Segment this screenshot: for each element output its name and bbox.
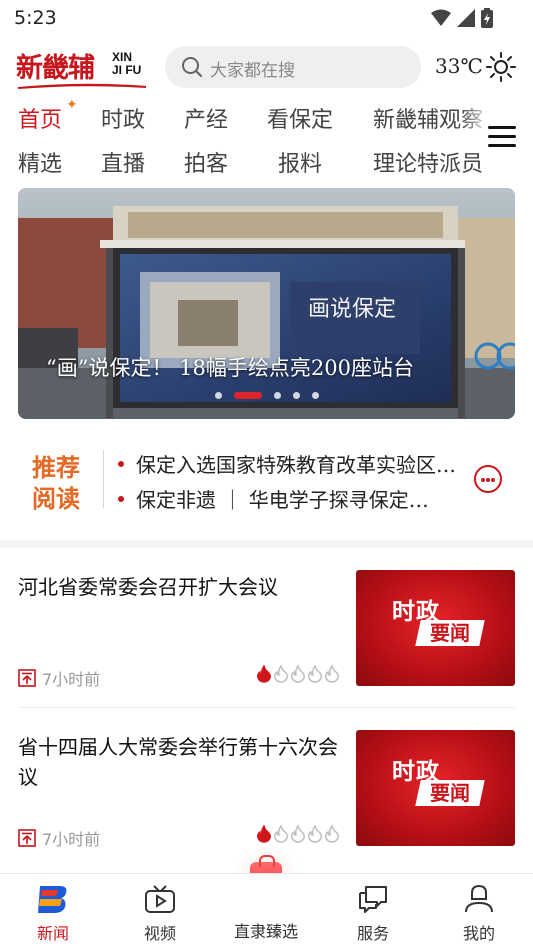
divider: [103, 450, 104, 508]
flame-outline-icon: [308, 825, 322, 843]
temperature[interactable]: 33℃: [435, 54, 483, 78]
app-logo[interactable]: 新畿辅 XIN JI FU: [16, 44, 148, 92]
signal-icon: [457, 9, 475, 27]
flame-outline-icon: [274, 665, 288, 683]
flame-filled-icon: [257, 825, 271, 843]
recommended-label: 推荐 阅读: [32, 453, 80, 513]
news-logo-icon: [38, 886, 67, 913]
status-time: 5:23: [14, 7, 57, 29]
carousel-dot: [214, 392, 222, 399]
tab-economy[interactable]: 产经: [184, 102, 228, 134]
flame-outline-icon: [291, 665, 305, 683]
logo-chinese: 新畿辅: [16, 53, 95, 84]
news-thumbnail: 时政 要闻: [356, 730, 515, 846]
nav-news[interactable]: 新闻: [13, 884, 93, 944]
banner-carousel[interactable]: 画说保定 “画”说保定！ 18幅手绘点亮200座站台: [18, 188, 515, 419]
status-icons: [431, 8, 493, 28]
tab-theory-envoy[interactable]: 理论特派员: [373, 146, 491, 178]
news-time: 7小时前: [42, 670, 101, 689]
thumb-text-headline-box: 要闻: [415, 620, 485, 646]
heat-rating: [256, 825, 340, 843]
flame-outline-icon: [274, 825, 288, 843]
tab-live[interactable]: 直播: [101, 146, 145, 178]
flame-outline-icon: [325, 665, 339, 683]
recommended-item[interactable]: 保定入选国家特殊教育改革实验区…: [118, 449, 463, 478]
carousel-indicator: [18, 392, 515, 399]
section-gap: [0, 540, 533, 548]
news-title: 河北省委常委会召开扩大会议: [18, 575, 278, 599]
tv-icon: [145, 885, 175, 913]
nav-video[interactable]: 视频: [120, 884, 200, 944]
recommended-item[interactable]: 保定非遗 ｜ 华电学子探寻保定…: [118, 484, 463, 513]
nav-zhili-select[interactable]: 直隶臻选: [226, 918, 306, 942]
news-thumbnail: 时政 要闻: [356, 570, 515, 686]
flame-outline-icon: [308, 665, 322, 683]
more-options-icon[interactable]: [474, 465, 502, 493]
news-meta: 7小时前: [18, 826, 100, 850]
carousel-dot: [273, 392, 281, 399]
search-icon: [182, 57, 203, 78]
carousel-dot: [292, 392, 300, 399]
tab-baoding[interactable]: 看保定: [267, 102, 333, 134]
tab-tips[interactable]: 报料: [278, 146, 322, 178]
top-pin-icon: [18, 829, 36, 847]
menu-icon: [488, 126, 516, 129]
flame-filled-icon: [257, 665, 271, 683]
recommended-reading: 推荐 阅读 保定入选国家特殊教育改革实验区… 保定非遗 ｜ 华电学子探寻保定…: [0, 440, 533, 526]
status-bar: 5:23: [0, 0, 533, 36]
logo-english: XIN JI FU: [112, 50, 142, 77]
user-icon: [465, 884, 493, 913]
news-item[interactable]: 省十四届人大常委会举行第十六次会议 7小时前 时政 要闻: [0, 708, 533, 868]
flame-outline-icon: [325, 825, 339, 843]
thumb-text-headline-box: 要闻: [415, 780, 485, 806]
logo-swoosh-icon: [18, 83, 146, 89]
tab-politics[interactable]: 时政: [101, 102, 145, 134]
top-pin-icon: [18, 669, 36, 687]
heat-rating: [256, 665, 340, 683]
tab-photographer[interactable]: 拍客: [184, 146, 228, 178]
search-bar[interactable]: 大家都在搜: [165, 46, 421, 88]
sparkle-icon: ✦: [66, 97, 78, 113]
news-time: 7小时前: [42, 830, 101, 849]
carousel-dot: [311, 392, 319, 399]
tab-xinjifu-observation[interactable]: 新畿辅观察: [373, 102, 491, 134]
sun-icon[interactable]: [486, 52, 516, 82]
wifi-icon: [431, 9, 451, 26]
chat-icon: [359, 886, 387, 913]
news-item[interactable]: 河北省委常委会召开扩大会议 7小时前 时政 要闻: [0, 548, 533, 708]
news-meta: 7小时前: [18, 666, 100, 690]
news-title: 省十四届人大常委会举行第十六次会议: [18, 735, 338, 789]
banner-image: 画说保定: [18, 188, 515, 419]
app-header: 新畿辅 XIN JI FU 大家都在搜 33℃: [0, 40, 533, 94]
banner-caption: “画”说保定！ 18幅手绘点亮200座站台: [46, 356, 414, 380]
channel-tabs: 首页 ✦ 时政 产经 看保定 新畿辅观察 精选 直播 拍客 报料 理论特派员: [0, 96, 533, 186]
bottom-navigation: 新闻 视频 直隶臻选 服务 我的: [0, 873, 533, 948]
tab-featured[interactable]: 精选: [18, 146, 62, 178]
carousel-dot-active: [233, 392, 262, 399]
flame-outline-icon: [291, 825, 305, 843]
svg-text:画说保定: 画说保定: [308, 297, 396, 322]
search-placeholder: 大家都在搜: [210, 61, 295, 81]
tab-home[interactable]: 首页: [18, 102, 62, 134]
nav-profile[interactable]: 我的: [439, 884, 519, 944]
channel-menu-button[interactable]: [488, 126, 516, 150]
nav-services[interactable]: 服务: [333, 884, 413, 944]
battery-icon: [481, 8, 493, 28]
